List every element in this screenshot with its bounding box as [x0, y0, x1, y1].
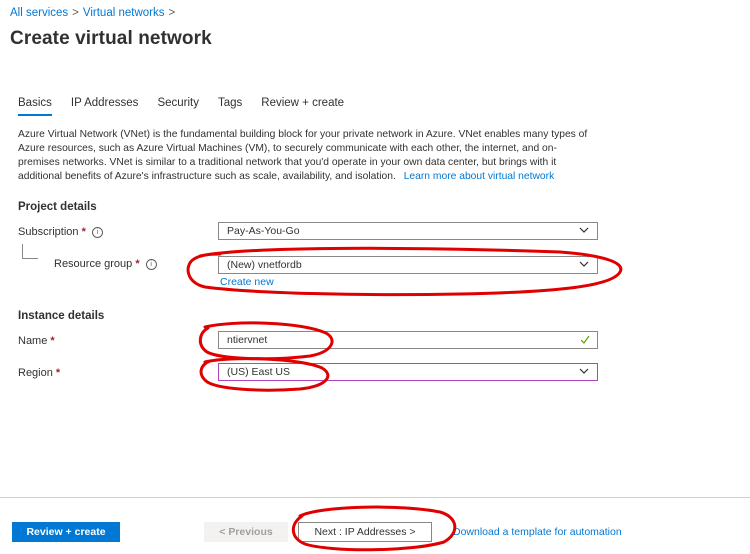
resource-group-value: (New) vnetfordb — [227, 259, 302, 271]
review-create-button[interactable]: Review + create — [12, 522, 120, 542]
region-select[interactable]: (US) East US — [218, 363, 598, 381]
footer-divider — [0, 497, 750, 498]
name-input[interactable]: ntiervnet — [218, 331, 598, 349]
region-value: (US) East US — [227, 366, 291, 378]
project-details-heading: Project details — [18, 201, 97, 213]
name-label-text: Name — [18, 335, 48, 347]
chevron-down-icon — [579, 261, 589, 267]
name-label: Name * — [18, 335, 55, 347]
required-marker: * — [135, 258, 140, 270]
required-marker: * — [55, 367, 61, 379]
tab-basics[interactable]: Basics — [18, 97, 52, 116]
breadcrumb-separator: > — [72, 7, 79, 19]
tab-security[interactable]: Security — [157, 97, 199, 116]
annotation-overlay — [186, 246, 623, 552]
previous-button: < Previous — [204, 522, 288, 542]
subscription-label-text: Subscription — [18, 226, 79, 238]
instance-details-heading: Instance details — [18, 310, 105, 322]
page-title: Create virtual network — [10, 28, 212, 49]
resource-group-select[interactable]: (New) vnetfordb — [218, 256, 598, 274]
info-icon[interactable]: i — [145, 259, 157, 270]
tab-bar: Basics IP Addresses Security Tags Review… — [18, 97, 363, 116]
tab-ip-addresses[interactable]: IP Addresses — [71, 97, 139, 116]
breadcrumb: All services > Virtual networks > — [10, 7, 179, 19]
resource-group-label-text: Resource group — [54, 258, 133, 270]
chevron-down-icon — [579, 368, 589, 374]
learn-more-link[interactable]: Learn more about virtual network — [404, 171, 555, 182]
tree-connector — [22, 244, 23, 258]
subscription-value: Pay-As-You-Go — [227, 225, 300, 237]
region-label-text: Region — [18, 367, 53, 379]
description: Azure Virtual Network (VNet) is the fund… — [18, 128, 598, 184]
breadcrumb-virtual-networks[interactable]: Virtual networks — [83, 7, 165, 19]
tab-tags[interactable]: Tags — [218, 97, 242, 116]
required-marker: * — [81, 226, 86, 238]
subscription-select[interactable]: Pay-As-You-Go — [218, 222, 598, 240]
create-new-resource-group-link[interactable]: Create new — [220, 276, 274, 288]
tree-connector — [22, 258, 38, 259]
next-ip-addresses-button[interactable]: Next : IP Addresses > — [298, 522, 432, 542]
info-icon[interactable]: i — [91, 227, 103, 238]
required-marker: * — [50, 335, 55, 347]
breadcrumb-all-services[interactable]: All services — [10, 7, 68, 19]
tab-review-create[interactable]: Review + create — [261, 97, 344, 116]
checkmark-icon — [580, 335, 590, 344]
subscription-label: Subscription * i — [18, 226, 103, 238]
resource-group-label: Resource group * i — [54, 258, 157, 270]
download-template-link[interactable]: Download a template for automation — [453, 526, 622, 538]
breadcrumb-separator: > — [168, 7, 176, 19]
name-value: ntiervnet — [227, 334, 268, 346]
region-label: Region * — [18, 367, 60, 379]
chevron-down-icon — [579, 227, 589, 233]
